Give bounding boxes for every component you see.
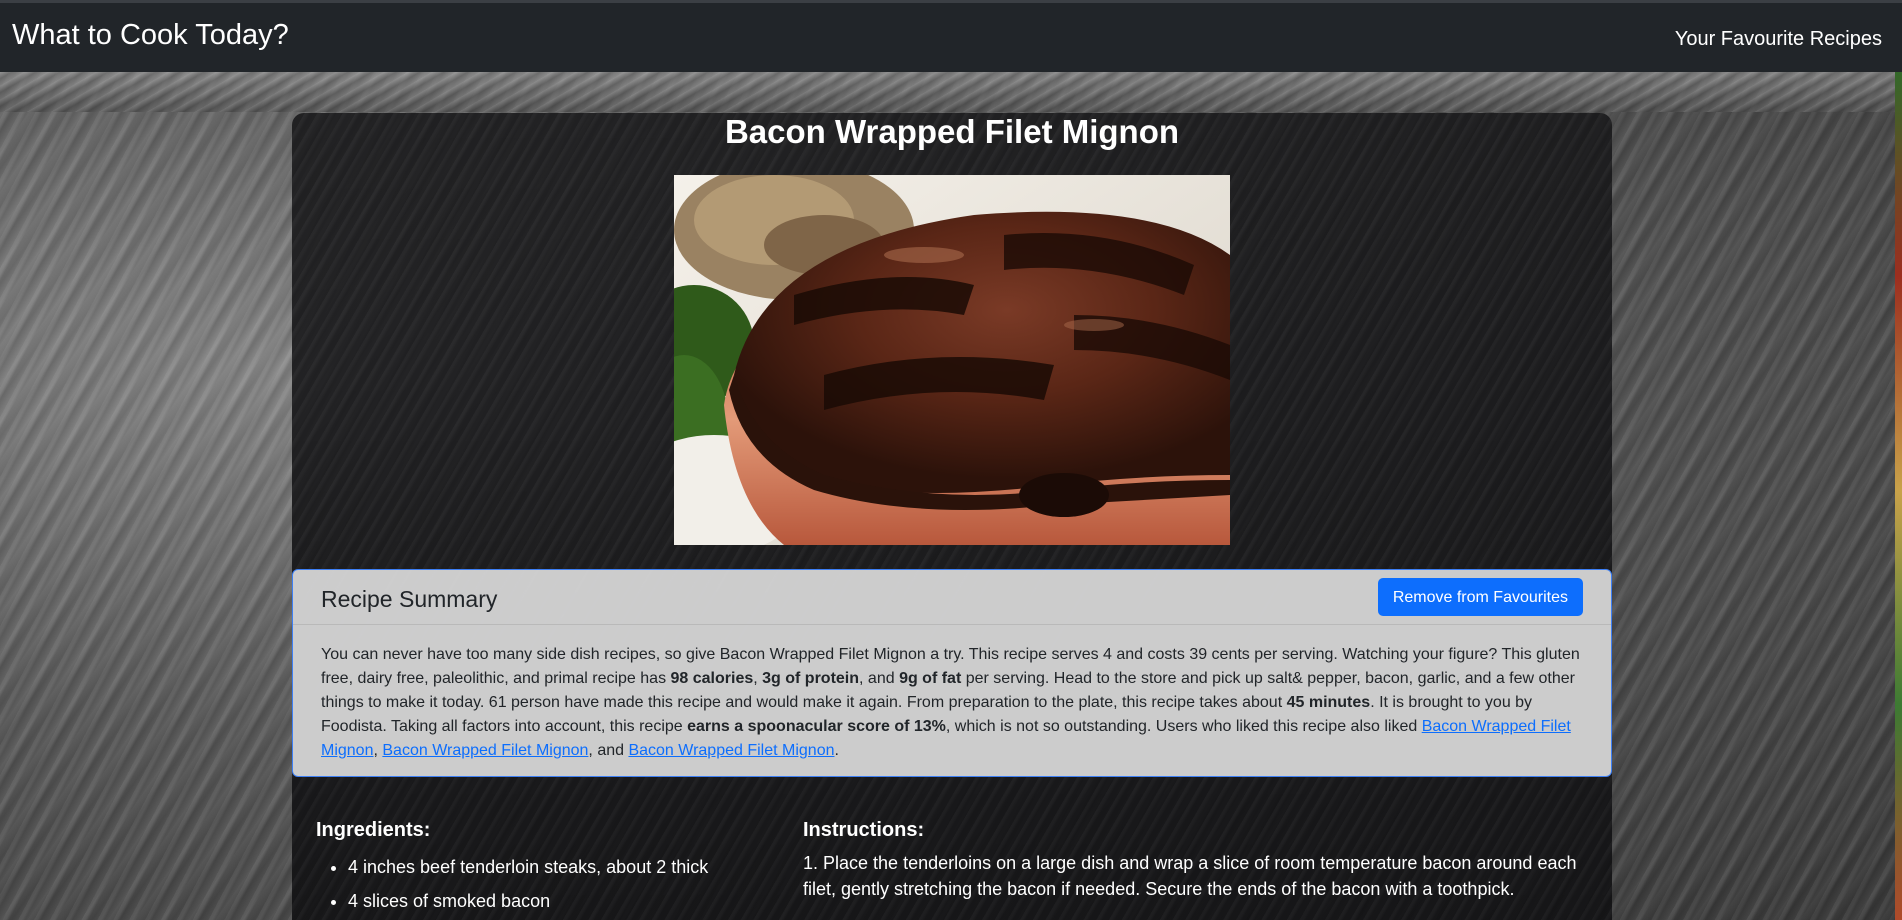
navbar: What to Cook Today? Your Favourite Recip… <box>0 0 1902 72</box>
summary-text-segment: , <box>753 670 763 687</box>
side-image-strip <box>1895 62 1902 920</box>
ingredients-heading: Ingredients: <box>316 819 431 841</box>
navbar-brand[interactable]: What to Cook Today? <box>12 21 289 50</box>
similar-recipe-link[interactable]: Bacon Wrapped Filet Mignon <box>628 742 834 759</box>
fat-value: 9g of fat <box>899 670 962 687</box>
instructions-heading: Instructions: <box>803 819 925 841</box>
ingredient-item: 4 inches beef tenderloin steaks, about 2… <box>348 850 736 884</box>
instructions-step: 1. Place the tenderloins on a large dish… <box>803 853 1577 899</box>
summary-text-segment: , and <box>859 670 900 687</box>
spoonacular-score-value: earns a spoonacular score of 13% <box>687 718 946 735</box>
remove-from-favourites-button[interactable]: Remove from Favourites <box>1377 578 1583 616</box>
recipe-title: Bacon Wrapped Filet Mignon <box>724 113 1180 150</box>
summary-text-segment: , which is not so outstanding. Users who… <box>945 718 1422 735</box>
recipe-summary-heading: Recipe Summary <box>321 586 498 612</box>
summary-text-segment: . <box>834 742 839 759</box>
calories-value: 98 calories <box>670 670 754 687</box>
recipe-image <box>674 175 1230 545</box>
recipe-summary-text: You can never have too many side dish re… <box>321 643 1583 763</box>
summary-text-segment: , and <box>588 742 629 759</box>
ingredient-item: 4 slices of smoked bacon <box>348 884 736 918</box>
similar-recipe-link[interactable]: Bacon Wrapped Filet Mignon <box>382 742 588 759</box>
ingredients-list: 4 inches beef tenderloin steaks, about 2… <box>316 850 736 918</box>
protein-value: 3g of protein <box>762 670 860 687</box>
ready-time-value: 45 minutes <box>1286 694 1371 711</box>
favourite-recipes-link[interactable]: Your Favourite Recipes <box>1675 29 1882 49</box>
recipe-summary-card: Recipe Summary Remove from Favourites Yo… <box>292 569 1612 777</box>
slate-background-edge <box>0 72 1902 112</box>
recipe-summary-header: Recipe Summary Remove from Favourites <box>293 570 1611 625</box>
